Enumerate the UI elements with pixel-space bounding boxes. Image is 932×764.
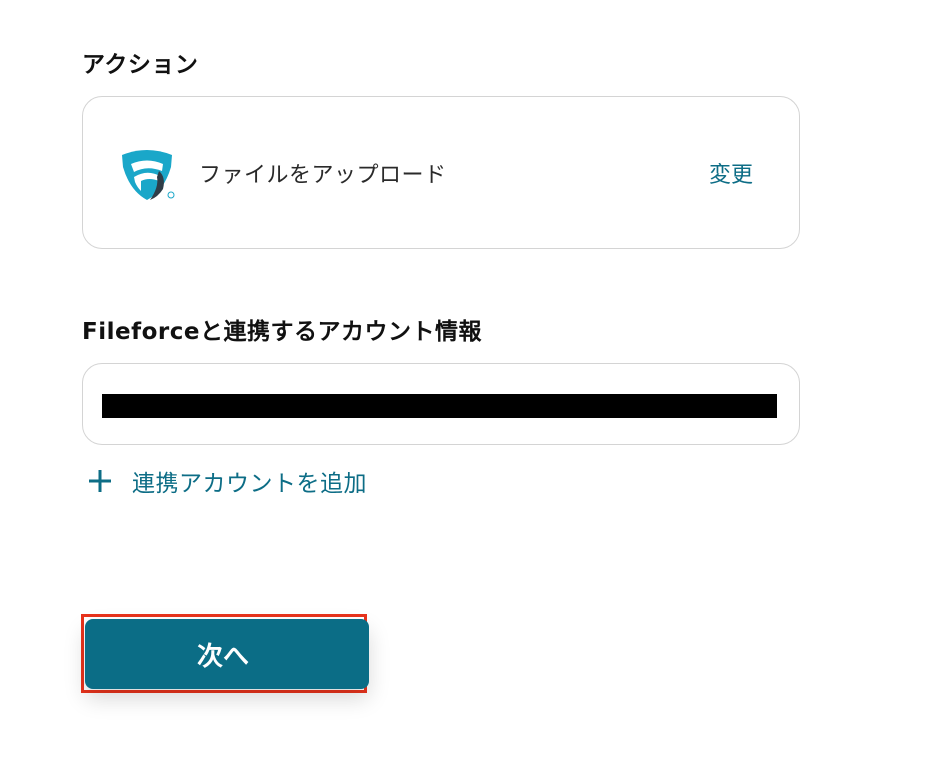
plus-icon [89, 470, 111, 492]
action-card: ファイルをアップロード 変更 [82, 96, 800, 249]
action-section-label: アクション [82, 52, 199, 78]
account-section-label: Fileforceと連携するアカウント情報 [82, 319, 482, 345]
change-action-link[interactable]: 変更 [709, 157, 753, 189]
next-button-label: 次へ [196, 641, 249, 672]
add-account-label: 連携アカウントを追加 [132, 471, 367, 497]
account-value-redacted [102, 394, 777, 418]
action-name: ファイルをアップロード [199, 163, 447, 188]
page: アクション ファイルをアップロード 変更 Fileforceと連携するアカウント… [0, 0, 932, 764]
fileforce-logo-icon [122, 150, 175, 200]
account-select-field[interactable] [82, 363, 800, 445]
next-button[interactable]: 次へ [85, 619, 369, 689]
add-account-button[interactable]: 連携アカウントを追加 [88, 464, 367, 498]
